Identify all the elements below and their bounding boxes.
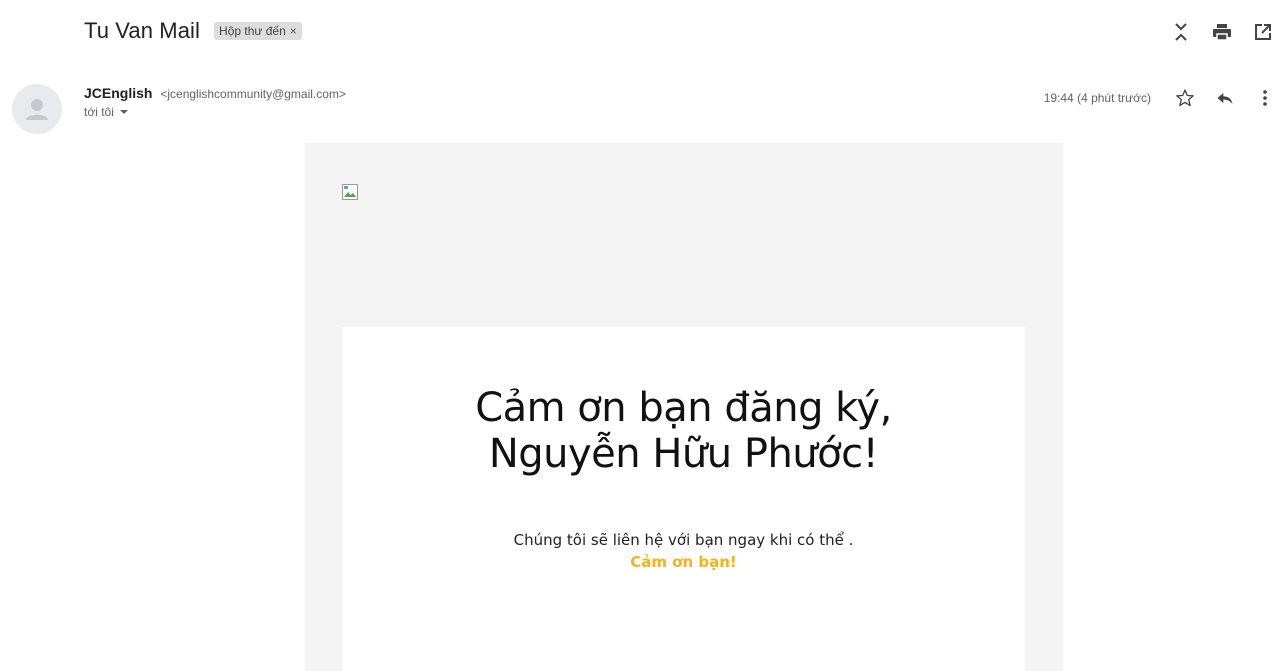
person-icon <box>26 99 48 120</box>
caret-down-icon <box>119 110 128 114</box>
recipient-text: tới tôi <box>84 105 114 119</box>
star-icon[interactable] <box>1173 86 1197 110</box>
sender-block: JCEnglish <jcenglishcommunity@gmail.com>… <box>84 84 346 119</box>
remove-label-button[interactable]: × <box>290 24 297 38</box>
sender-line: JCEnglish <jcenglishcommunity@gmail.com> <box>84 84 346 103</box>
email-body: Cảm ơn bạn đăng ký, Nguyễn Hữu Phước! Ch… <box>305 143 1063 671</box>
inbox-label-chip[interactable]: Hộp thư đến × <box>214 22 302 40</box>
subject-row: Tu Van Mail Hộp thư đến × <box>84 14 302 48</box>
sender-avatar[interactable] <box>12 84 62 134</box>
thanks-text: Cảm ơn bạn! <box>630 553 737 571</box>
headline-line-2: Nguyễn Hữu Phước! <box>488 431 879 477</box>
headline: Cảm ơn bạn đăng ký, Nguyễn Hữu Phước! <box>342 385 1025 477</box>
headline-line-1: Cảm ơn bạn đăng ký, <box>475 385 892 431</box>
top-actions <box>1152 20 1277 44</box>
print-icon[interactable] <box>1210 20 1234 44</box>
sender-email: <jcenglishcommunity@gmail.com> <box>160 87 346 101</box>
recipient-details-toggle[interactable]: tới tôi <box>84 105 346 119</box>
inbox-label-text: Hộp thư đến <box>219 24 286 38</box>
message-text: Chúng tôi sẽ liên hệ với bạn ngay khi có… <box>513 531 854 549</box>
timestamp: 19:44 (4 phút trước) <box>1043 91 1151 105</box>
broken-image-icon <box>342 184 358 200</box>
thank-you-card: Cảm ơn bạn đăng ký, Nguyễn Hữu Phước! Ch… <box>342 327 1025 671</box>
more-vert-icon[interactable] <box>1253 86 1277 110</box>
email-subject: Tu Van Mail <box>84 18 201 43</box>
reply-icon[interactable] <box>1213 86 1237 110</box>
open-in-new-window-icon[interactable] <box>1251 20 1275 44</box>
collapse-all-icon[interactable] <box>1169 20 1193 44</box>
sender-name[interactable]: JCEnglish <box>84 85 152 101</box>
message-meta: 19:44 (4 phút trước) <box>1044 86 1277 110</box>
